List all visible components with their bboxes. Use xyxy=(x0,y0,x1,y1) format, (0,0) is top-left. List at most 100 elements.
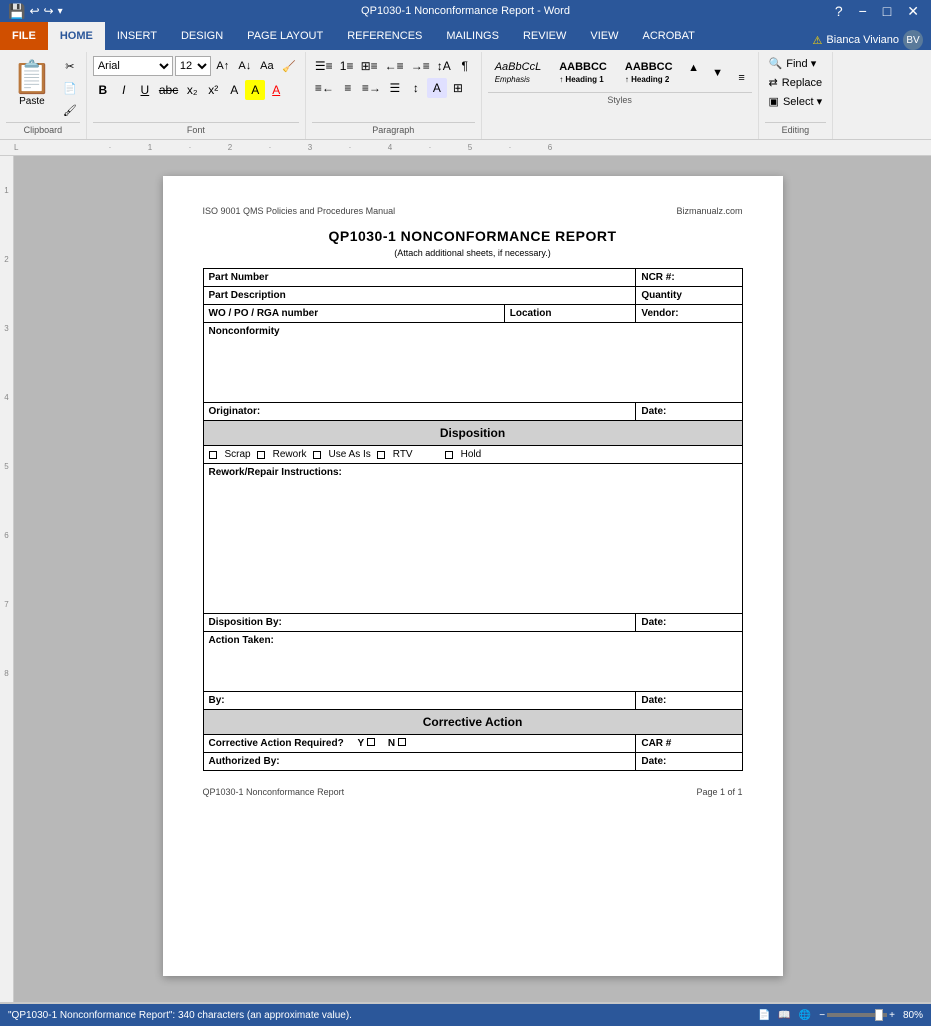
page-footer: QP1030-1 Nonconformance Report Page 1 of… xyxy=(203,787,743,797)
paragraph-label: Paragraph xyxy=(312,122,475,135)
y-checkbox[interactable] xyxy=(367,738,375,746)
bold-btn[interactable]: B xyxy=(93,80,113,100)
tab-references[interactable]: REFERENCES xyxy=(335,22,434,50)
find-btn[interactable]: 🔍 Find ▾ xyxy=(765,56,821,71)
format-painter-button[interactable]: 🖌 xyxy=(60,100,80,120)
grow-font-btn[interactable]: A↑ xyxy=(213,56,233,76)
rtv-checkbox[interactable] xyxy=(377,451,385,459)
ruler-numbers: · 1 · 2 · 3 · 4 · 5 · 6 xyxy=(90,143,570,152)
style-heading2[interactable]: AABBCC↑ Heading 2 xyxy=(618,58,680,88)
n-checkbox[interactable] xyxy=(398,738,406,746)
zoom-plus[interactable]: + xyxy=(889,1010,895,1021)
bullets-btn[interactable]: ☰≡ xyxy=(312,56,336,76)
change-case-btn[interactable]: Aa xyxy=(257,56,277,76)
numbering-btn[interactable]: 1≡ xyxy=(337,56,357,76)
undo-icon[interactable]: ↩ xyxy=(29,4,39,18)
ribbon-group-styles: AaBbCcLEmphasis AABBCC↑ Heading 1 AABBCC… xyxy=(482,52,759,139)
font-color-btn[interactable]: A xyxy=(266,80,286,100)
by-label: By: xyxy=(203,692,636,710)
part-desc-label: Part Description xyxy=(203,287,636,305)
use-as-is-checkbox[interactable] xyxy=(313,451,321,459)
style-emphasis[interactable]: AaBbCcLEmphasis xyxy=(488,58,548,88)
align-left-btn[interactable]: ≡← xyxy=(312,78,337,98)
tab-file[interactable]: FILE xyxy=(0,22,48,50)
strikethrough-btn[interactable]: abc xyxy=(156,80,181,100)
status-chars-info: "QP1030-1 Nonconformance Report": 340 ch… xyxy=(8,1010,352,1021)
close-btn[interactable]: ✕ xyxy=(903,3,923,20)
style-heading1[interactable]: AABBCC↑ Heading 1 xyxy=(552,58,614,88)
page-view-btn[interactable]: 📄 xyxy=(758,1010,770,1021)
part-number-label: Part Number xyxy=(203,269,636,287)
disposition-by-label: Disposition By: xyxy=(203,614,636,632)
decrease-indent-btn[interactable]: ←≡ xyxy=(382,56,407,76)
quick-access-more[interactable]: ▾ xyxy=(58,6,63,17)
sort-btn[interactable]: ↕A xyxy=(434,56,454,76)
date4-label: Date: xyxy=(636,753,742,771)
redo-icon[interactable]: ↪ xyxy=(44,4,54,18)
styles-scroll-down[interactable]: ▼ xyxy=(708,63,728,83)
font-row-1: Arial 12 A↑ A↓ Aa 🧹 xyxy=(93,56,299,76)
underline-btn[interactable]: U xyxy=(135,80,155,100)
show-hide-btn[interactable]: ¶ xyxy=(455,56,475,76)
increase-indent-btn[interactable]: →≡ xyxy=(408,56,433,76)
styles-scroll-up[interactable]: ▲ xyxy=(684,58,704,78)
subscript-btn[interactable]: x₂ xyxy=(182,80,202,100)
editing-label: Editing xyxy=(765,122,827,135)
styles-more[interactable]: ≡ xyxy=(732,68,752,88)
status-right: 📄 📖 🌐 − + 80% xyxy=(758,1010,923,1021)
main-area: 1 2 3 4 5 6 7 8 ISO 9001 QMS Policies an… xyxy=(0,156,931,1002)
table-row: Originator: Date: xyxy=(203,403,742,421)
minimize-btn[interactable]: − xyxy=(855,3,871,19)
web-view-btn[interactable]: 🌐 xyxy=(799,1010,811,1021)
form-table: Part Number NCR #: Part Description Quan… xyxy=(203,268,743,771)
zoom-level[interactable]: 80% xyxy=(903,1010,923,1021)
footer-left: QP1030-1 Nonconformance Report xyxy=(203,787,345,797)
align-right-btn[interactable]: ≡→ xyxy=(359,78,384,98)
tab-design[interactable]: DESIGN xyxy=(169,22,235,50)
border-btn[interactable]: ⊞ xyxy=(448,78,468,98)
car-num-label: CAR # xyxy=(636,735,742,753)
maximize-btn[interactable]: □ xyxy=(879,3,895,19)
user-area[interactable]: ⚠ Bianca Viviano BV xyxy=(813,30,923,50)
scrap-checkbox[interactable] xyxy=(209,451,217,459)
tab-view[interactable]: VIEW xyxy=(578,22,630,50)
clear-format-btn[interactable]: 🧹 xyxy=(279,56,299,76)
tab-insert[interactable]: INSERT xyxy=(105,22,169,50)
shrink-font-btn[interactable]: A↓ xyxy=(235,56,255,76)
date-label: Date: xyxy=(636,403,742,421)
justify-btn[interactable]: ☰ xyxy=(385,78,405,98)
zoom-slider[interactable]: − + xyxy=(819,1010,895,1021)
tab-home[interactable]: HOME xyxy=(48,22,105,50)
tab-mailings[interactable]: MAILINGS xyxy=(434,22,511,50)
font-name-select[interactable]: Arial xyxy=(93,56,173,76)
rework-checkbox[interactable] xyxy=(257,451,265,459)
align-center-btn[interactable]: ≡ xyxy=(338,78,358,98)
status-bar: "QP1030-1 Nonconformance Report": 340 ch… xyxy=(0,1004,931,1026)
corrective-action-header: Corrective Action xyxy=(203,710,742,735)
superscript-btn[interactable]: x² xyxy=(203,80,223,100)
italic-btn[interactable]: I xyxy=(114,80,134,100)
tab-review[interactable]: REVIEW xyxy=(511,22,578,50)
help-btn[interactable]: ? xyxy=(831,3,847,19)
read-view-btn[interactable]: 📖 xyxy=(778,1010,790,1021)
line-spacing-btn[interactable]: ↕ xyxy=(406,78,426,98)
select-btn[interactable]: ▣ Select ▾ xyxy=(765,94,827,109)
multilevel-btn[interactable]: ⊞≡ xyxy=(358,56,381,76)
font-row-2: B I U abc x₂ x² A A A xyxy=(93,80,286,100)
cut-button[interactable]: ✂ xyxy=(60,56,80,76)
copy-button[interactable]: 📄 xyxy=(60,78,80,98)
authorized-by-label: Authorized By: xyxy=(203,753,636,771)
hold-checkbox[interactable] xyxy=(445,451,453,459)
font-size-select[interactable]: 12 xyxy=(175,56,211,76)
zoom-minus[interactable]: − xyxy=(819,1010,825,1021)
zoom-bar[interactable] xyxy=(827,1013,887,1017)
replace-btn[interactable]: ⇄ Replace xyxy=(765,75,827,90)
tab-page-layout[interactable]: PAGE LAYOUT xyxy=(235,22,335,50)
tab-acrobat[interactable]: ACROBAT xyxy=(630,22,706,50)
paste-label: Paste xyxy=(19,96,45,107)
text-effect-btn[interactable]: A xyxy=(224,80,244,100)
document-subtitle: (Attach additional sheets, if necessary.… xyxy=(203,248,743,258)
paste-button[interactable]: 📋 Paste xyxy=(6,56,58,109)
shading-btn[interactable]: A xyxy=(427,78,447,98)
highlight-btn[interactable]: A xyxy=(245,80,265,100)
